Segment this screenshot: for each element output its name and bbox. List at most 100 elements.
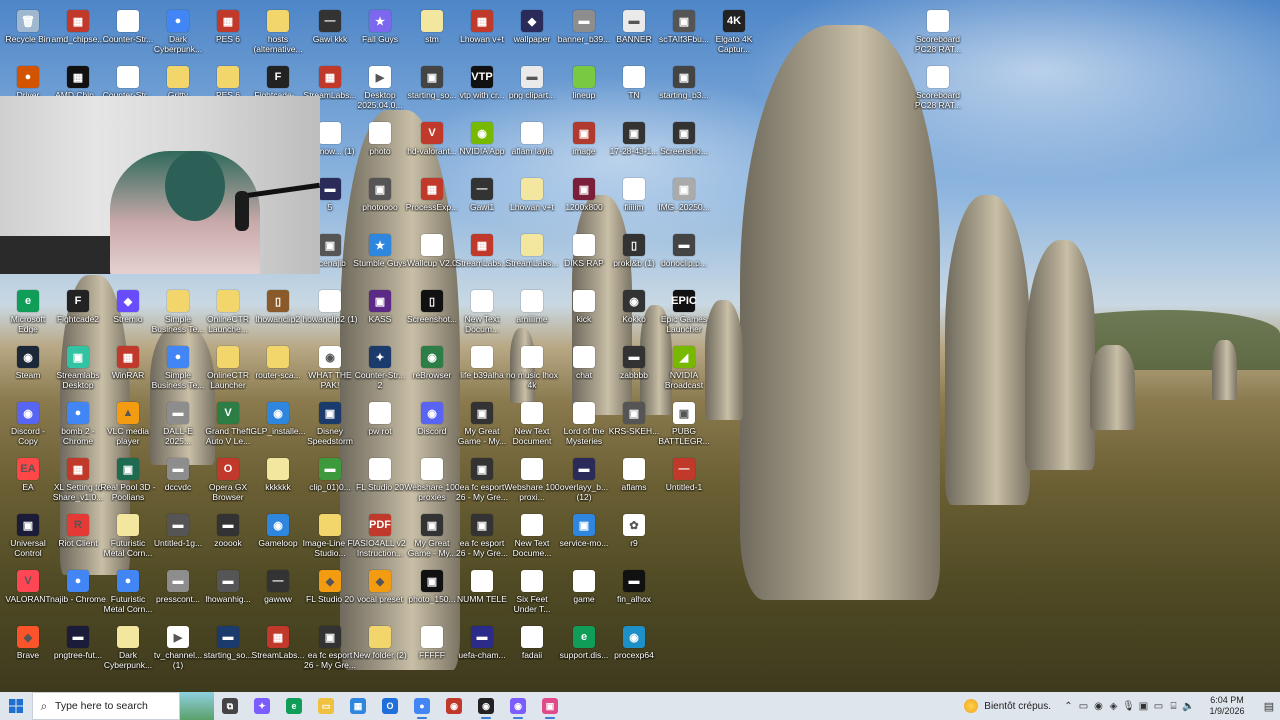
desktop-icon[interactable]: — gawww: [250, 564, 306, 620]
desktop-icon[interactable]: chat: [556, 340, 612, 396]
desktop-icon[interactable]: TN: [606, 60, 662, 116]
desktop-icon[interactable]: Six Feet Under T...: [504, 564, 560, 620]
desktop-icon[interactable]: ▶ tv_channel... (1): [150, 620, 206, 676]
desktop-icon[interactable]: ▯ lhowanclip2: [250, 284, 306, 340]
taskbar-app-task-view[interactable]: ⧉: [214, 692, 246, 720]
taskbar-app-copilot[interactable]: ✦: [246, 692, 278, 720]
desktop-icon[interactable]: R Riot Client: [50, 508, 106, 564]
desktop-icon[interactable]: O Opera GX Browser: [200, 452, 256, 508]
desktop-icon[interactable]: ▬ zabbbb: [606, 340, 662, 396]
desktop-icon[interactable]: ▦ Lhowan v+t: [454, 4, 510, 60]
tray-app-icon[interactable]: ▭: [1076, 692, 1091, 720]
desktop-icon[interactable]: amiiiime: [504, 284, 560, 340]
desktop-icon[interactable]: ● najib - Chrome: [50, 564, 106, 620]
desktop-icon[interactable]: fadaii: [504, 620, 560, 676]
desktop-icon[interactable]: Simple Business Te...: [150, 284, 206, 340]
desktop-icon[interactable]: ▣ Screensho...: [656, 116, 712, 172]
desktop-icon[interactable]: ◉ Gameloop: [250, 508, 306, 564]
tray-app-icon[interactable]: ◉: [1091, 692, 1106, 720]
desktop-icon[interactable]: ▬ overlayy_b... (12): [556, 452, 612, 508]
desktop-icon[interactable]: EA EA: [0, 452, 56, 508]
desktop-icon[interactable]: New Text Document: [504, 396, 560, 452]
desktop-icon[interactable]: Webshare 100 proxies: [404, 452, 460, 508]
desktop-icon[interactable]: ◉ procexp64: [606, 620, 662, 676]
desktop-icon[interactable]: ◉ reBrowser: [404, 340, 460, 396]
desktop-icon[interactable]: aflam layla: [504, 116, 560, 172]
taskbar-search-box[interactable]: ⌕ Type here to search: [32, 692, 180, 720]
desktop-icon[interactable]: Lhowan v+t: [504, 172, 560, 228]
taskbar-app-outlook[interactable]: O: [374, 692, 406, 720]
desktop-icon[interactable]: EPIC Epic Games Launcher: [656, 284, 712, 340]
desktop-icon[interactable]: 4K Elgato 4K Captur...: [706, 4, 762, 60]
microphone-icon[interactable]: 🎙: [1121, 692, 1136, 720]
desktop-icon[interactable]: ▬ png clipart...: [504, 60, 560, 116]
desktop-icon[interactable]: ▲ VLC media player: [100, 396, 156, 452]
desktop-icon[interactable]: ★ Fall Guys: [352, 4, 408, 60]
desktop-icon[interactable]: FFFFF: [404, 620, 460, 676]
desktop-icon[interactable]: ▬ DALL-E 2025...: [150, 396, 206, 452]
desktop-icon[interactable]: ▦ PES 6: [200, 4, 256, 60]
desktop-icon[interactable]: ▯ prokl&b (1): [606, 228, 662, 284]
desktop-icon[interactable]: ◉ Discord - Copy: [0, 396, 56, 452]
desktop-icon[interactable]: V VALORANT: [0, 564, 56, 620]
weather-widget[interactable]: Bientôt crépus.: [964, 699, 1051, 713]
desktop-icon[interactable]: ▬ starting_so...: [200, 620, 256, 676]
desktop-icon[interactable]: ● Dark Cyberpunk...: [150, 4, 206, 60]
desktop-icon[interactable]: ▣ IMG_20250...: [656, 172, 712, 228]
desktop-icon[interactable]: — Gawi kkk: [302, 4, 358, 60]
desktop-icon[interactable]: ▣ Streamlabs Desktop: [50, 340, 106, 396]
desktop-icon[interactable]: Lord of the Mysteries: [556, 396, 612, 452]
desktop-icon[interactable]: ▣ Real Pool 3D - Poolians: [100, 452, 156, 508]
taskbar-app-file-explorer[interactable]: ▭: [310, 692, 342, 720]
desktop-icon[interactable]: ▬ presscont...: [150, 564, 206, 620]
desktop-icon[interactable]: ▣ photo_150...: [404, 564, 460, 620]
speaker-icon[interactable]: 🔈: [1181, 692, 1196, 720]
desktop-icon[interactable]: ▦ StreamLabs...: [454, 228, 510, 284]
desktop-icon[interactable]: ✿ r9: [606, 508, 662, 564]
notification-icon[interactable]: ▤: [1258, 700, 1280, 713]
desktop-icon[interactable]: FL Studio 20: [352, 452, 408, 508]
taskbar-app-edge[interactable]: e: [278, 692, 310, 720]
desktop-icon[interactable]: ◆ Stremio: [100, 284, 156, 340]
desktop-icon[interactable]: ▣ Universal Control: [0, 508, 56, 564]
desktop-icon[interactable]: life b39alha: [454, 340, 510, 396]
taskbar-app-calculator[interactable]: ▦: [342, 692, 374, 720]
desktop-icon[interactable]: ▬ Untitled-1g...: [150, 508, 206, 564]
desktop-icon[interactable]: ◉ Discord: [404, 396, 460, 452]
desktop-icon[interactable]: ▣ KASS: [352, 284, 408, 340]
monitor-icon[interactable]: ▭: [1151, 692, 1166, 720]
desktop-icon[interactable]: ▬ BANNER: [606, 4, 662, 60]
desktop-icon[interactable]: ▣ Disney Speedstorm: [302, 396, 358, 452]
desktop-icon[interactable]: DIKS RAP: [556, 228, 612, 284]
desktop-icon[interactable]: — Untitled-1: [656, 452, 712, 508]
desktop-icon[interactable]: ▣ scTAIf3Fbu...: [656, 4, 712, 60]
desktop-icon[interactable]: ▦ ProcessExp...: [404, 172, 460, 228]
desktop-icon[interactable]: ▬ pngtree-fut...: [50, 620, 106, 676]
desktop-icon[interactable]: ◉ Kokko: [606, 284, 662, 340]
desktop-icon[interactable]: ▣ starting_so...: [404, 60, 460, 116]
desktop-icon[interactable]: ▬ banner_b39...: [556, 4, 612, 60]
desktop-icon[interactable]: howanclip2 (1): [302, 284, 358, 340]
desktop-icon[interactable]: ▦ XL Setting to Share_v1.0...: [50, 452, 106, 508]
desktop-icon[interactable]: OnlineCTR Launche...: [200, 284, 256, 340]
desktop-icon[interactable]: photo: [352, 116, 408, 172]
desktop-icon[interactable]: ◆ Brave: [0, 620, 56, 676]
desktop-icon[interactable]: ▬ donoclip.p...: [656, 228, 712, 284]
desktop-icon[interactable]: e support.dis...: [556, 620, 612, 676]
desktop-icon[interactable]: kick: [556, 284, 612, 340]
desktop-icon[interactable]: New Text Docume...: [504, 508, 560, 564]
desktop-icon[interactable]: ▣ ea fc esport 26 - My Gre...: [454, 508, 510, 564]
tray-app-icon[interactable]: ▣: [1136, 692, 1151, 720]
desktop-icon[interactable]: ✦ Counter-Str... 2: [352, 340, 408, 396]
desktop-icon[interactable]: V Grand Theft Auto V Le...: [200, 396, 256, 452]
start-button[interactable]: [0, 692, 32, 720]
desktop-icon[interactable]: ▦ StreamLabs...: [250, 620, 306, 676]
chevron-up-icon[interactable]: ⌃: [1061, 692, 1076, 720]
desktop-icon[interactable]: kkkkkk: [250, 452, 306, 508]
desktop-icon[interactable]: ◉ NVIDIA App: [454, 116, 510, 172]
desktop-icon[interactable]: ◆ vocal preset: [352, 564, 408, 620]
desktop-icon[interactable]: ▣ ea fc esport 26 - My Gre...: [454, 452, 510, 508]
desktop-icon[interactable]: ★ Stumble Guys: [352, 228, 408, 284]
desktop-icon[interactable]: ▣ image: [556, 116, 612, 172]
desktop-icon[interactable]: F Fightcade2: [50, 284, 106, 340]
